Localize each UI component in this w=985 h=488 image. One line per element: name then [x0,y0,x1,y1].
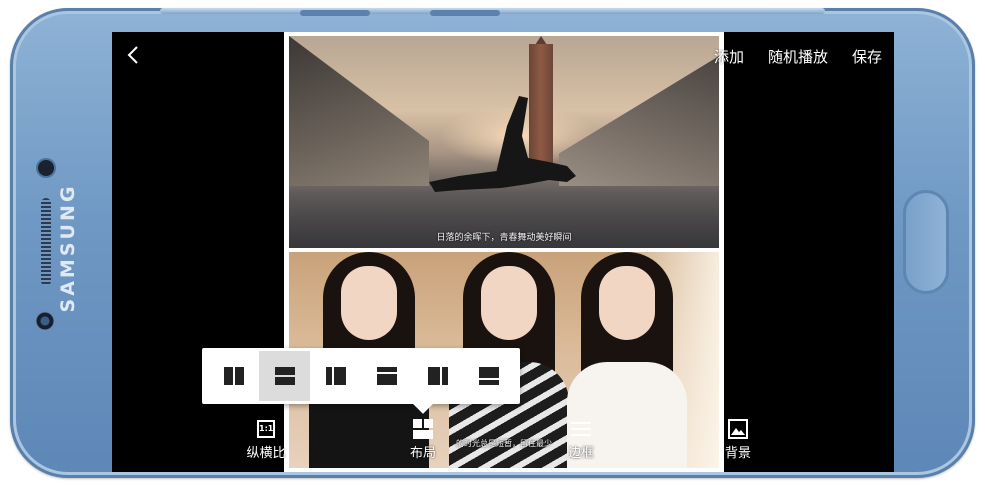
arcade-building-left [289,36,429,186]
bell-tower [529,44,553,166]
add-button[interactable]: 添加 [714,46,744,68]
split-vertical-icon [223,367,244,385]
earpiece-speaker [41,198,51,286]
top-action-bar: 添加 随机播放 保存 [714,46,882,68]
home-button[interactable] [903,190,949,294]
aspect-ratio-button[interactable]: 1:1 纵横比 [236,418,296,468]
split-horizontal-wide-bottom-icon [376,367,397,385]
layout-option-split-horizontal[interactable] [259,351,310,401]
split-vertical-wide-left-icon [325,367,346,385]
video-subtitle-top: 日落的余晖下，青春舞动美好瞬间 [436,233,572,243]
layout-option-split-vertical[interactable] [208,351,259,401]
chevron-left-icon [127,46,138,64]
phone-device: SAMSUNG 日落的余晖下，青春舞动美好瞬间 的时光总是短暂，留住最少 添加 … [10,8,975,478]
app-screen: 日落的余晖下，青春舞动美好瞬间 的时光总是短暂，留住最少 添加 随机播放 保存 … [112,32,894,472]
border-button[interactable]: 边框 [551,418,611,468]
layout-option-split-vertical-wide-left[interactable] [310,351,361,401]
save-button[interactable]: 保存 [852,46,882,68]
background-label: 背景 [724,446,751,461]
front-camera [34,310,56,332]
layout-button[interactable]: 布局 [393,418,453,468]
brand-logo: SAMSUNG [57,183,79,313]
video-subtitle-bottom: 的时光总是短暂，留住最少 [456,439,552,448]
layout-option-split-vertical-wide-right[interactable] [412,351,463,401]
layout-option-split-horizontal-wide-top[interactable] [463,351,514,401]
layout-options-popup [202,348,520,404]
layout-icon [412,418,434,440]
aspect-ratio-label: 纵横比 [246,446,286,461]
background-image-icon [727,418,749,440]
shuffle-play-button[interactable]: 随机播放 [768,46,828,68]
split-horizontal-wide-top-icon [478,367,499,385]
aspect-ratio-icon: 1:1 [255,418,277,440]
border-label: 边框 [567,446,594,461]
background-button[interactable]: 背景 [708,418,768,468]
collage-canvas: 日落的余晖下，青春舞动美好瞬间 的时光总是短暂，留住最少 [284,32,724,472]
sensor-dot [38,160,54,176]
split-horizontal-icon [274,367,295,385]
border-icon [570,418,592,440]
split-vertical-wide-right-icon [427,367,448,385]
back-button[interactable] [126,44,150,70]
layout-label: 布局 [409,446,436,461]
volume-button [300,10,370,16]
layout-option-split-horizontal-wide-bottom[interactable] [361,351,412,401]
volume-button [430,10,500,16]
collage-video-top[interactable]: 日落的余晖下，青春舞动美好瞬间 [289,36,719,248]
